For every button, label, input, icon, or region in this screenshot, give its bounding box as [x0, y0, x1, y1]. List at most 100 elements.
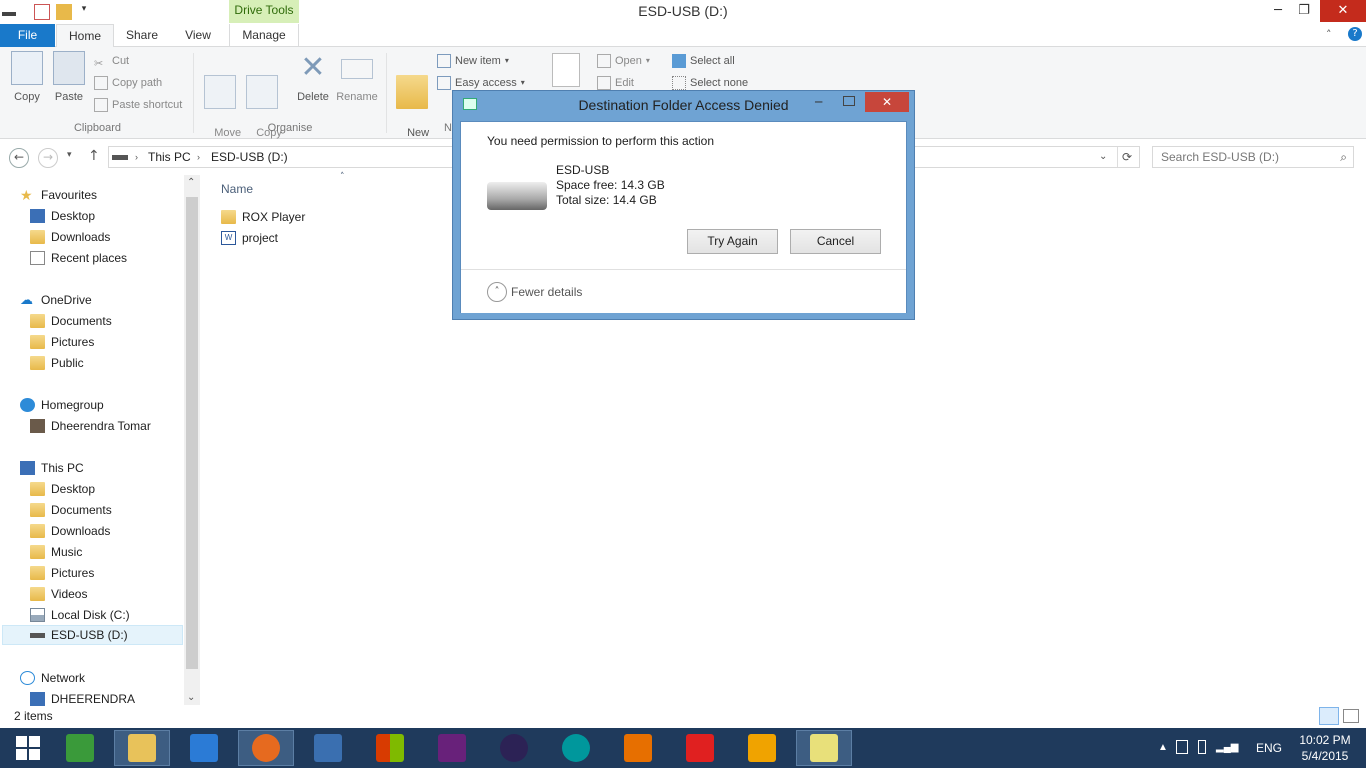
close-button[interactable]: ✕ [1320, 0, 1366, 22]
nav-pc-music[interactable]: Music [30, 542, 82, 562]
breadcrumb-this-pc[interactable]: This PC [148, 147, 191, 167]
nav-homegroup[interactable]: Homegroup [20, 395, 104, 415]
taskbar-media-player[interactable] [176, 730, 232, 766]
back-arrow-icon[interactable]: ← [9, 148, 29, 168]
file-row[interactable]: ROX Player [221, 207, 305, 227]
select-all-button[interactable]: Select all [672, 51, 735, 71]
tab-home[interactable]: Home [56, 24, 114, 48]
nav-onedrive[interactable]: ☁ OneDrive [20, 290, 92, 310]
breadcrumb-separator-icon: › [197, 152, 200, 162]
nav-pc-videos[interactable]: Videos [30, 584, 87, 604]
copy-path-button[interactable]: Copy path [94, 73, 162, 93]
scroll-up-icon[interactable]: ⌃ [187, 177, 195, 188]
show-hidden-icons-icon[interactable]: ▲ [1158, 742, 1168, 753]
details-view-icon[interactable] [1319, 707, 1339, 725]
edit-icon [597, 76, 611, 90]
large-icons-view-icon[interactable] [1343, 709, 1359, 723]
nav-label: Desktop [51, 482, 96, 496]
refresh-icon[interactable]: ⟳ [1122, 147, 1132, 167]
tab-file[interactable]: File [0, 24, 55, 47]
new-folder-icon [396, 75, 428, 109]
nav-network[interactable]: Network [20, 668, 85, 688]
open-button[interactable]: Open ▾ [597, 51, 650, 71]
forward-arrow-icon[interactable]: → [38, 148, 58, 168]
nav-pc-local-disk[interactable]: Local Disk (C:) [30, 605, 130, 625]
windows-logo-icon [16, 736, 40, 760]
nav-pc-pictures[interactable]: Pictures [30, 563, 94, 583]
clock-date[interactable]: 5/4/2015 [1299, 749, 1351, 763]
tab-view[interactable]: View [172, 24, 224, 47]
drive-space-free: Space free: 14.3 GB [556, 178, 665, 192]
language-indicator[interactable]: ENG [1256, 741, 1282, 755]
breadcrumb-esd-usb[interactable]: ESD-USB (D:) [211, 147, 288, 167]
maximize-button[interactable]: ❐ [1289, 0, 1319, 22]
nav-onedrive-pictures[interactable]: Pictures [30, 332, 94, 352]
nav-pc-esd-usb[interactable]: ESD-USB (D:) [2, 625, 183, 645]
dialog-close-button[interactable]: ✕ [865, 92, 909, 112]
store-icon [66, 734, 94, 762]
nav-pc-documents[interactable]: Documents [30, 500, 112, 520]
taskbar-sticky-notes[interactable] [796, 730, 852, 766]
nav-onedrive-public[interactable]: Public [30, 353, 84, 373]
taskbar-text-editor[interactable] [300, 730, 356, 766]
sticky-notes-icon [810, 734, 838, 762]
cancel-button[interactable]: Cancel [790, 229, 881, 254]
nav-scroll-thumb[interactable] [186, 197, 198, 669]
scroll-down-icon[interactable]: ⌄ [187, 692, 195, 703]
chevron-up-icon[interactable]: ˄ [487, 282, 507, 302]
battery-icon[interactable] [1198, 740, 1206, 754]
taskbar-matlab[interactable] [610, 730, 666, 766]
help-icon[interactable]: ? [1348, 27, 1362, 41]
select-all-label: Select all [690, 55, 735, 67]
taskbar-visual-studio[interactable] [424, 730, 480, 766]
cloud-icon: ☁ [20, 292, 33, 307]
taskbar-arduino[interactable] [548, 730, 604, 766]
taskbar-file-explorer[interactable] [114, 730, 170, 766]
copy-button[interactable]: Copy [6, 51, 48, 103]
new-item-button[interactable]: New item ▾ [437, 51, 509, 71]
recent-locations-icon[interactable]: ▾ [67, 150, 72, 160]
taskbar-firefox[interactable] [238, 730, 294, 766]
flag-icon[interactable] [1176, 740, 1188, 754]
visual-studio-icon [438, 734, 466, 762]
up-arrow-icon[interactable]: ↑ [88, 148, 100, 164]
paste-shortcut-button[interactable]: Paste shortcut [94, 95, 182, 115]
taskbar-eclipse[interactable] [486, 730, 542, 766]
properties-big-icon[interactable] [552, 53, 580, 87]
wifi-signal-icon[interactable]: ▂▄▆ [1216, 742, 1238, 753]
cut-button[interactable]: ✂ Cut [94, 51, 129, 71]
file-row[interactable]: Wproject [221, 228, 278, 248]
start-button[interactable] [0, 730, 56, 766]
taskbar-store[interactable] [52, 730, 108, 766]
nav-pc-desktop[interactable]: Desktop [30, 479, 95, 499]
column-header-name[interactable]: Name [221, 182, 253, 196]
try-again-button[interactable]: Try Again [687, 229, 778, 254]
nav-fav-recent[interactable]: Recent places [30, 248, 127, 268]
taskbar-virtualbox[interactable] [734, 730, 790, 766]
collapse-ribbon-icon[interactable]: ˄ [1326, 28, 1332, 41]
group-label-organise: Organise [267, 122, 313, 134]
office-icon [376, 734, 404, 762]
nav-homegroup-user[interactable]: Dheerendra Tomar [30, 416, 151, 436]
dialog-minimize-button[interactable]: ─ [815, 95, 822, 109]
arduino-icon [562, 734, 590, 762]
paste-button[interactable]: Paste [48, 51, 90, 103]
nav-fav-desktop[interactable]: Desktop [30, 206, 95, 226]
tab-manage[interactable]: Manage [229, 24, 299, 47]
nav-fav-downloads[interactable]: Downloads [30, 227, 110, 247]
taskbar-foxit[interactable] [672, 730, 728, 766]
delete-button[interactable]: ✕ Delete [294, 51, 332, 103]
nav-this-pc[interactable]: This PC [20, 458, 84, 478]
nav-favourites[interactable]: ★ Favourites [20, 185, 97, 205]
clock-time[interactable]: 10:02 PM [1299, 733, 1351, 747]
dialog-maximize-button[interactable] [843, 96, 855, 106]
nav-onedrive-documents[interactable]: Documents [30, 311, 112, 331]
paste-label: Paste [54, 91, 84, 103]
nav-pc-downloads[interactable]: Downloads [30, 521, 110, 541]
search-input[interactable]: Search ESD-USB (D:) ⌕ [1152, 146, 1354, 168]
taskbar-office[interactable] [362, 730, 418, 766]
tab-share[interactable]: Share [117, 24, 167, 47]
rename-button[interactable]: Rename [334, 51, 380, 103]
address-dropdown-icon[interactable]: ⌄ [1099, 147, 1107, 167]
fewer-details-link[interactable]: Fewer details [511, 285, 582, 299]
